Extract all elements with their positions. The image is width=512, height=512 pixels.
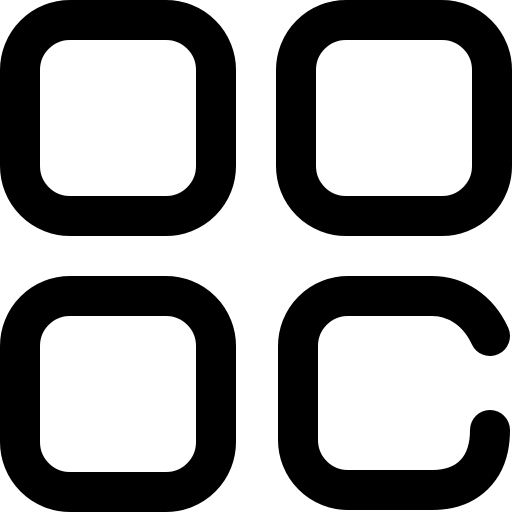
icon-canvas <box>0 0 512 512</box>
tile-top-right-icon <box>276 0 512 236</box>
tile-bottom-left-icon <box>0 276 236 512</box>
tile-top-left-icon <box>0 0 236 236</box>
tile-bottom-right-icon <box>278 276 510 510</box>
apps-grid-icon <box>0 0 512 512</box>
